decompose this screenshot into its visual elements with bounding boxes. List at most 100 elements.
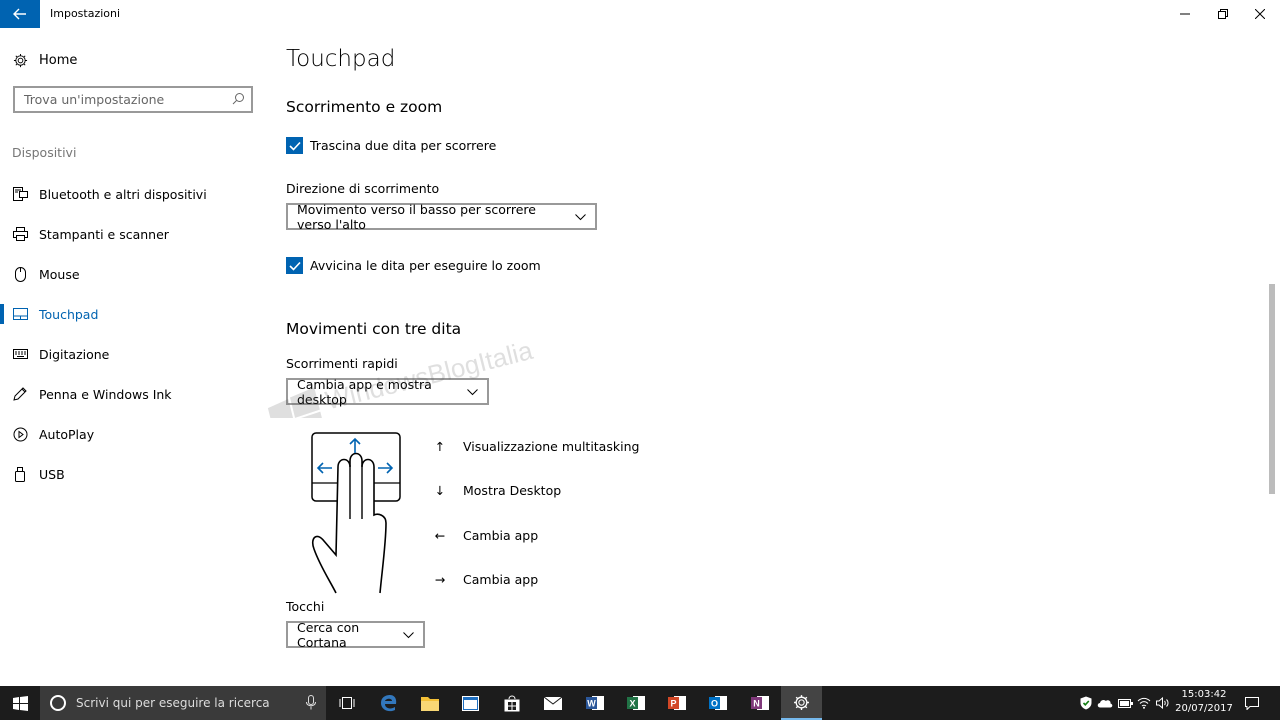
- dropdown-value: Movimento verso il basso per scorrere ve…: [297, 201, 536, 232]
- sidebar-item-typing[interactable]: Digitazione: [0, 334, 266, 374]
- autoplay-icon: [12, 426, 28, 442]
- excel-icon: X: [626, 696, 645, 710]
- two-finger-scroll-checkbox[interactable]: Trascina due dita per scorrere: [286, 137, 496, 154]
- taskbar-clock[interactable]: 15:03:42 20/07/2017: [1172, 688, 1236, 716]
- app-window-button[interactable]: [450, 686, 491, 720]
- scroll-direction-dropdown[interactable]: Movimento verso il basso per scorrere ve…: [286, 201, 597, 232]
- powerpoint-button[interactable]: P: [656, 686, 697, 720]
- onenote-icon: N: [750, 696, 769, 710]
- excel-button[interactable]: X: [615, 686, 656, 720]
- cortana-icon: [50, 695, 66, 711]
- sidebar-item-label: Digitazione: [39, 346, 110, 362]
- sidebar-item-label: Mouse: [39, 266, 80, 282]
- action-center-button[interactable]: [1242, 686, 1262, 720]
- task-view-button[interactable]: [326, 686, 367, 720]
- volume-tray-button[interactable]: [1154, 686, 1170, 720]
- defender-tray-button[interactable]: [1078, 686, 1094, 720]
- file-explorer-button[interactable]: [409, 686, 450, 720]
- microphone-icon[interactable]: [306, 695, 316, 714]
- back-arrow-icon: [13, 8, 26, 20]
- battery-icon: [1117, 698, 1133, 708]
- scrollbar[interactable]: [1268, 28, 1275, 686]
- edge-button[interactable]: [368, 686, 409, 720]
- bluetooth-device-icon: [12, 186, 28, 202]
- arrow-down-icon: ↓: [434, 483, 446, 498]
- edge-icon: [380, 695, 396, 712]
- close-button[interactable]: [1241, 0, 1279, 28]
- settings-search-input[interactable]: Trova un'impostazione: [13, 86, 253, 113]
- gesture-row-down: ↓ Mostra Desktop: [432, 483, 561, 498]
- back-button[interactable]: [0, 0, 40, 28]
- home-label: Home: [39, 52, 78, 68]
- keyboard-icon: [12, 346, 28, 362]
- mail-button[interactable]: [532, 686, 573, 720]
- mail-icon: [543, 696, 562, 710]
- sidebar-item-printers[interactable]: Stampanti e scanner: [0, 214, 266, 254]
- checkbox-label: Avvicina le dita per eseguire lo zoom: [310, 258, 541, 273]
- folder-icon: [420, 696, 439, 711]
- close-icon: [1255, 9, 1265, 19]
- gesture-row-right: → Cambia app: [432, 572, 538, 587]
- cloud-icon: [1097, 699, 1113, 708]
- taps-dropdown[interactable]: Cerca con Cortana: [286, 620, 425, 650]
- word-icon: W: [585, 696, 604, 710]
- scrollbar-thumb[interactable]: [1269, 284, 1275, 494]
- search-placeholder: Trova un'impostazione: [24, 92, 165, 107]
- pinch-zoom-checkbox[interactable]: Avvicina le dita per eseguire lo zoom: [286, 257, 541, 274]
- svg-text:O: O: [710, 699, 717, 709]
- settings-button[interactable]: [781, 686, 822, 720]
- svg-text:N: N: [753, 699, 760, 709]
- windows-logo-icon: [12, 695, 28, 711]
- taskbar-search-box[interactable]: Scrivi qui per eseguire la ricerca: [40, 686, 326, 720]
- section-heading-scroll-zoom: Scorrimento e zoom: [286, 98, 443, 116]
- arrow-left-icon: ←: [434, 528, 446, 543]
- swipes-label: Scorrimenti rapidi: [286, 356, 398, 371]
- wifi-icon: [1137, 697, 1151, 709]
- maximize-button[interactable]: [1204, 0, 1242, 28]
- mouse-icon: [12, 266, 28, 282]
- taskbar: Scrivi qui per eseguire la ricerca W X P…: [0, 686, 1280, 720]
- section-label-devices: Dispositivi: [12, 145, 77, 160]
- sidebar-item-mouse[interactable]: Mouse: [0, 254, 266, 294]
- settings-gear-icon: [794, 694, 809, 710]
- gear-icon: [12, 52, 28, 68]
- minimize-button[interactable]: [1166, 0, 1204, 28]
- start-button[interactable]: [0, 686, 40, 720]
- sidebar-item-touchpad[interactable]: Touchpad: [0, 294, 266, 334]
- battery-tray-button[interactable]: [1116, 686, 1134, 720]
- swipes-dropdown[interactable]: Cambia app e mostra desktop: [286, 376, 489, 407]
- gesture-label: Cambia app: [463, 528, 539, 543]
- clock-date: 20/07/2017: [1175, 703, 1233, 714]
- sidebar-item-autoplay[interactable]: AutoPlay: [0, 414, 266, 454]
- store-button[interactable]: [491, 686, 532, 720]
- onedrive-tray-button[interactable]: [1096, 686, 1114, 720]
- sidebar-item-pen[interactable]: Penna e Windows Ink: [0, 374, 266, 414]
- touchpad-icon: [12, 306, 28, 322]
- checkbox-checked-icon: [286, 137, 303, 154]
- nav-list: Bluetooth e altri dispositivi Stampanti …: [0, 174, 266, 494]
- checkbox-checked-icon: [286, 257, 303, 274]
- sidebar-item-usb[interactable]: USB: [0, 454, 266, 494]
- sidebar-item-bluetooth[interactable]: Bluetooth e altri dispositivi: [0, 174, 266, 214]
- notification-icon: [1245, 696, 1259, 710]
- sidebar-item-label: Touchpad: [39, 306, 99, 322]
- chevron-down-icon: [467, 384, 478, 399]
- dropdown-value: Cambia app e mostra desktop: [297, 376, 432, 407]
- svg-text:P: P: [670, 699, 676, 709]
- taskbar-search-placeholder: Scrivi qui per eseguire la ricerca: [76, 696, 270, 710]
- title-bar: Impostazioni: [0, 0, 1280, 28]
- home-link[interactable]: Home: [12, 52, 77, 68]
- checkbox-label: Trascina due dita per scorrere: [310, 138, 497, 153]
- taps-label: Tocchi: [286, 599, 325, 614]
- speaker-icon: [1155, 697, 1168, 709]
- onenote-button[interactable]: N: [739, 686, 780, 720]
- sidebar-item-label: Bluetooth e altri dispositivi: [39, 186, 207, 202]
- arrow-up-icon: ↑: [434, 439, 446, 454]
- search-icon: [232, 92, 245, 108]
- arrow-right-icon: →: [434, 572, 446, 587]
- outlook-button[interactable]: O: [697, 686, 738, 720]
- wifi-tray-button[interactable]: [1136, 686, 1152, 720]
- word-button[interactable]: W: [574, 686, 615, 720]
- chevron-down-icon: [403, 627, 414, 642]
- gesture-label: Cambia app: [463, 572, 539, 587]
